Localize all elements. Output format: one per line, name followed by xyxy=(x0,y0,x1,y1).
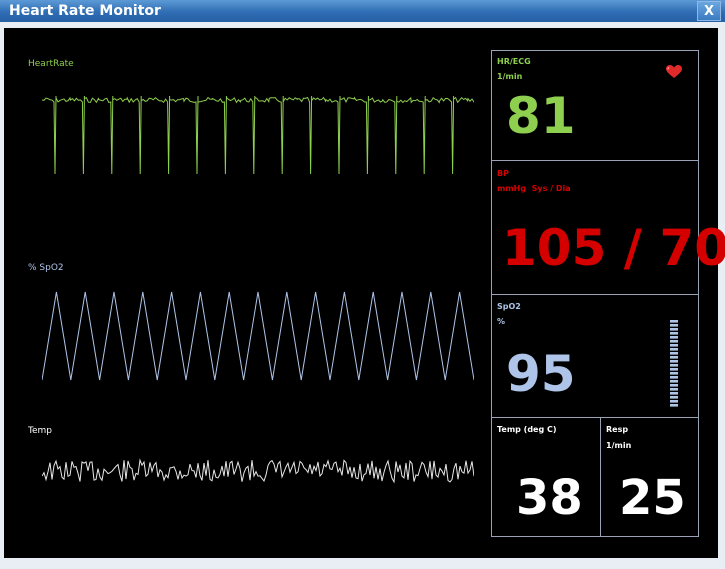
spo2-bar-segment xyxy=(670,384,678,387)
spo2-panel-label: SpO2 xyxy=(497,302,521,311)
temp-value: 38 xyxy=(516,470,583,526)
spo2-bar-segment xyxy=(670,368,678,371)
heartrate-label: HeartRate xyxy=(28,59,74,69)
temp-panel-label: Temp (deg C) xyxy=(497,425,557,434)
hr-label: HR/ECG xyxy=(497,57,531,66)
hr-panel: HR/ECG 1/min 81 xyxy=(491,50,699,161)
title-bar: Heart Rate Monitor X xyxy=(0,0,725,22)
resp-unit: 1/min xyxy=(606,441,632,450)
spo2-bar-segment xyxy=(670,352,678,355)
bp-unit: mmHg Sys / Dia xyxy=(497,184,571,193)
spo2-trace xyxy=(42,291,474,381)
spo2-bar-segment xyxy=(670,336,678,339)
ecg-trace xyxy=(42,95,474,175)
temp-waveform xyxy=(42,458,474,484)
spo2-bar-segment xyxy=(670,320,678,323)
spo2-bar-segment xyxy=(670,380,678,383)
spo2-level-bar xyxy=(670,320,678,407)
spo2-bar-segment xyxy=(670,376,678,379)
hr-value: 81 xyxy=(506,87,576,145)
spo2-bar-segment xyxy=(670,388,678,391)
temp-trace xyxy=(42,458,474,484)
spo2-bar-segment xyxy=(670,348,678,351)
spo2-bar-segment xyxy=(670,360,678,363)
spo2-bar-segment xyxy=(670,328,678,331)
bp-value: 105 / 70 xyxy=(502,219,725,277)
spo2-value: 95 xyxy=(506,345,576,403)
spo2-waveform xyxy=(42,291,474,381)
resp-value: 25 xyxy=(619,470,686,526)
spo2-bar-segment xyxy=(670,392,678,395)
spo2-bar-segment xyxy=(670,332,678,335)
spo2-bar-segment xyxy=(670,340,678,343)
spo2-unit: % xyxy=(497,317,506,326)
close-button[interactable]: X xyxy=(697,1,721,21)
spo2-bar-segment xyxy=(670,372,678,375)
spo2-panel: SpO2 % 95 xyxy=(491,294,699,418)
temp-label: Temp xyxy=(28,426,52,436)
monitor-screen: HeartRate % SpO2 Temp HR/ECG 1/min 81 BP… xyxy=(4,28,725,558)
resp-panel: Resp 1/min 25 xyxy=(600,417,699,537)
hr-unit: 1/min xyxy=(497,72,523,81)
spo2-bar-segment xyxy=(670,400,678,403)
heart-icon xyxy=(666,65,682,78)
resp-label: Resp xyxy=(606,425,629,434)
spo2-bar-segment xyxy=(670,356,678,359)
spo2-bar-segment xyxy=(670,396,678,399)
ecg-waveform xyxy=(42,95,474,175)
bp-label: BP xyxy=(497,169,509,178)
temp-panel: Temp (deg C) 38 xyxy=(491,417,601,537)
spo2-label: % SpO2 xyxy=(28,263,64,273)
window-title: Heart Rate Monitor xyxy=(9,3,161,19)
spo2-bar-segment xyxy=(670,344,678,347)
spo2-bar-segment xyxy=(670,324,678,327)
spo2-bar-segment xyxy=(670,364,678,367)
bp-panel: BP mmHg Sys / Dia 105 / 70 xyxy=(491,160,725,295)
spo2-bar-segment xyxy=(670,404,678,407)
